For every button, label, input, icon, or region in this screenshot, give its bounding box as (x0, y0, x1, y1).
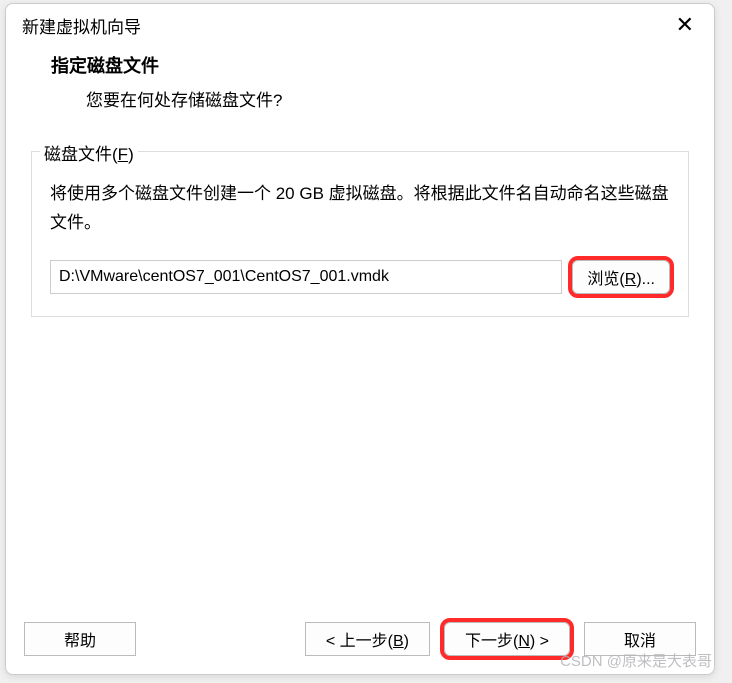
next-hotkey: N (518, 633, 530, 650)
wizard-dialog: 新建虚拟机向导 ✕ 指定磁盘文件 您要在何处存储磁盘文件? 磁盘文件(F) 将使… (5, 3, 715, 675)
next-button[interactable]: 下一步(N) > (444, 622, 570, 656)
disk-file-group: 磁盘文件(F) 将使用多个磁盘文件创建一个 20 GB 虚拟磁盘。将根据此文件名… (31, 151, 689, 317)
back-button[interactable]: < 上一步(B) (305, 622, 430, 656)
back-hotkey: B (393, 633, 404, 650)
browse-button[interactable]: 浏览(R)... (572, 260, 670, 294)
button-bar: 帮助 < 上一步(B) 下一步(N) > 取消 (6, 610, 714, 674)
cancel-button[interactable]: 取消 (584, 622, 696, 656)
disk-file-row: 浏览(R)... (50, 260, 670, 294)
legend-prefix: 磁盘文件( (44, 145, 118, 164)
wizard-body: 磁盘文件(F) 将使用多个磁盘文件创建一个 20 GB 虚拟磁盘。将根据此文件名… (6, 131, 714, 610)
back-prefix: < 上一步( (326, 633, 393, 650)
browse-suffix: )... (636, 271, 655, 288)
browse-prefix: 浏览( (587, 271, 624, 288)
spacer (150, 622, 291, 656)
help-button[interactable]: 帮助 (24, 622, 136, 656)
close-icon[interactable]: ✕ (668, 12, 702, 38)
disk-file-legend: 磁盘文件(F) (40, 140, 138, 165)
legend-hotkey: F (118, 145, 128, 164)
wizard-header: 指定磁盘文件 您要在何处存储磁盘文件? (6, 42, 714, 131)
browse-hotkey: R (625, 271, 637, 288)
back-suffix: ) (404, 633, 409, 650)
dialog-title: 新建虚拟机向导 (22, 13, 141, 38)
next-suffix: ) > (530, 633, 549, 650)
legend-suffix: ) (128, 145, 134, 164)
disk-file-description: 将使用多个磁盘文件创建一个 20 GB 虚拟磁盘。将根据此文件名自动命名这些磁盘… (50, 180, 670, 238)
page-subtitle: 您要在何处存储磁盘文件? (51, 86, 684, 111)
titlebar: 新建虚拟机向导 ✕ (6, 4, 714, 42)
page-title: 指定磁盘文件 (51, 52, 684, 78)
disk-path-input[interactable] (50, 260, 562, 294)
next-prefix: 下一步( (465, 633, 518, 650)
